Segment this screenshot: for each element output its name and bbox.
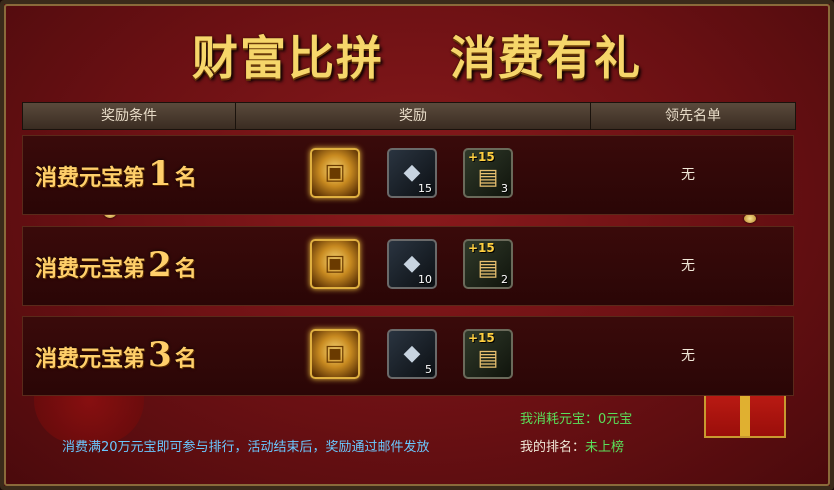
treasure-chest-icon[interactable]: ▣ xyxy=(310,329,360,379)
rank-label: 消费元宝第1 名 xyxy=(35,154,197,194)
leader-name: 无 xyxy=(681,348,695,364)
table-header: 奖励条件 奖励 领先名单 xyxy=(22,102,796,130)
table-row: 消费元宝第2 名 ▣ ◆ 10 +15 ▤ 2 无 xyxy=(22,226,794,306)
scroll-plus15-icon[interactable]: +15 ▤ 2 xyxy=(463,239,513,289)
table-row: 消费元宝第3 名 ▣ ◆ 5 +15 ▤ 无 xyxy=(22,316,794,396)
title-part2: 消费有礼 xyxy=(450,31,642,85)
my-spent: 我消耗元宝：0元宝 xyxy=(520,408,632,427)
scroll-plus15-icon[interactable]: +15 ▤ 3 xyxy=(463,148,513,198)
treasure-chest-icon[interactable]: ▣ xyxy=(310,239,360,289)
rank-label: 消费元宝第3 名 xyxy=(35,335,197,375)
silver-ingot-icon[interactable]: ◆ 5 xyxy=(387,329,437,379)
rank-number: 3 xyxy=(148,335,172,375)
rank-prefix: 消费元宝第 xyxy=(35,347,146,372)
rank-number: 1 xyxy=(148,154,172,194)
item-plus-level: +15 xyxy=(468,331,495,345)
leader-name: 无 xyxy=(681,167,695,183)
my-rank: 我的排名：未上榜 xyxy=(520,436,624,455)
rank-label: 消费元宝第2 名 xyxy=(35,245,197,285)
scroll-plus15-icon[interactable]: +15 ▤ xyxy=(463,329,513,379)
rank-suffix: 名 xyxy=(174,257,197,282)
event-title: 财富比拼 消费有礼 xyxy=(4,22,830,88)
item-count: 5 xyxy=(425,363,432,376)
rank-prefix: 消费元宝第 xyxy=(35,257,146,282)
rank-suffix: 名 xyxy=(174,347,197,372)
my-rank-label: 我的排名： xyxy=(520,440,586,455)
item-plus-level: +15 xyxy=(468,150,495,164)
coin-decoration xyxy=(744,214,756,223)
header-leader: 领先名单 xyxy=(665,108,721,124)
event-panel: 财富比拼 消费有礼 奖励条件 奖励 领先名单 消费元宝第1 名 ▣ ◆ 15 +1… xyxy=(0,0,834,490)
my-spent-label: 我消耗元宝： xyxy=(520,412,599,427)
item-count: 10 xyxy=(418,273,432,286)
participation-notice: 消费满20万元宝即可参与排行，活动结束后，奖励通过邮件发放 xyxy=(62,440,430,455)
silver-ingot-icon[interactable]: ◆ 10 xyxy=(387,239,437,289)
my-rank-value: 未上榜 xyxy=(585,440,625,455)
leader-name: 无 xyxy=(681,258,695,274)
my-spent-value: 0元宝 xyxy=(598,412,633,427)
item-count: 3 xyxy=(501,182,508,195)
item-plus-level: +15 xyxy=(468,241,495,255)
table-row: 消费元宝第1 名 ▣ ◆ 15 +15 ▤ 3 无 xyxy=(22,135,794,215)
rank-prefix: 消费元宝第 xyxy=(35,166,146,191)
rank-suffix: 名 xyxy=(174,166,197,191)
rank-number: 2 xyxy=(148,245,172,285)
treasure-chest-icon[interactable]: ▣ xyxy=(310,148,360,198)
header-condition: 奖励条件 xyxy=(23,103,236,129)
item-count: 2 xyxy=(501,273,508,286)
title-part1: 财富比拼 xyxy=(191,31,384,85)
item-count: 15 xyxy=(418,182,432,195)
silver-ingot-icon[interactable]: ◆ 15 xyxy=(387,148,437,198)
header-reward: 奖励 xyxy=(236,103,591,129)
